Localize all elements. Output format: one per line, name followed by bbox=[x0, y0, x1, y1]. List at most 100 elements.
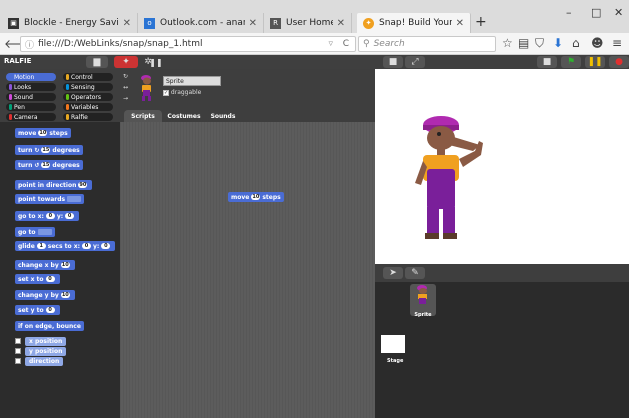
block-text: glide bbox=[18, 242, 35, 250]
close-tab-icon[interactable]: ✕ bbox=[337, 18, 345, 29]
corral-sprite-item[interactable]: Sprite bbox=[410, 284, 436, 318]
x-slot[interactable]: 0 bbox=[45, 213, 55, 219]
block-turn-ccw[interactable]: turn ↺ 15 degrees bbox=[15, 160, 83, 170]
new-turtle-sprite-icon[interactable]: ➤ bbox=[383, 267, 403, 279]
category-camera[interactable]: Camera bbox=[6, 113, 56, 121]
number-slot[interactable]: 10 bbox=[251, 194, 261, 200]
sprite-name-field[interactable]: Sprite bbox=[163, 76, 221, 86]
block-set-x[interactable]: set x to 0 bbox=[15, 274, 60, 284]
close-tab-icon[interactable]: ✕ bbox=[123, 18, 131, 29]
address-bar[interactable]: ⓘ file:///D:/WebLinks/snap/snap_1.html ▿… bbox=[20, 36, 356, 52]
tab-user-home[interactable]: R User Home ✕ bbox=[264, 13, 352, 33]
category-variables[interactable]: Variables bbox=[63, 103, 113, 111]
block-point-in-direction[interactable]: point in direction 90 bbox=[15, 180, 93, 190]
block-change-y[interactable]: change y by 10 bbox=[15, 290, 75, 300]
category-sensing[interactable]: Sensing bbox=[63, 83, 113, 91]
target-dropdown[interactable] bbox=[67, 196, 82, 202]
y-position-checkbox[interactable] bbox=[15, 348, 21, 354]
category-motion[interactable]: Motion bbox=[6, 73, 56, 81]
tab-label: User Home bbox=[286, 18, 333, 28]
block-go-to[interactable]: go to bbox=[15, 227, 55, 237]
presentation-mode-icon[interactable]: ⤢ bbox=[405, 56, 425, 68]
block-change-x[interactable]: change x by 10 bbox=[15, 260, 75, 270]
sprite-character[interactable] bbox=[405, 111, 495, 241]
y-slot[interactable]: 0 bbox=[65, 213, 75, 219]
bookmark-star-icon[interactable]: ☆ bbox=[502, 36, 513, 50]
draggable-checkbox-icon[interactable]: ✓ bbox=[163, 89, 169, 96]
tab-blockle[interactable]: ▣ Blockle - Energy Saving Se... ✕ bbox=[2, 13, 138, 33]
tab-costumes[interactable]: Costumes bbox=[164, 110, 204, 122]
smiley-icon[interactable]: ☻ bbox=[591, 36, 604, 50]
pocket-icon[interactable]: ⛉ bbox=[535, 36, 544, 51]
block-if-on-edge-bounce[interactable]: if on edge, bounce bbox=[15, 321, 84, 331]
stage[interactable] bbox=[375, 69, 629, 261]
tab-outlook[interactable]: o Outlook.com - anandama... ✕ bbox=[138, 13, 264, 33]
new-tab-button[interactable]: + bbox=[475, 14, 487, 30]
block-set-y[interactable]: set y to 0 bbox=[15, 305, 60, 315]
draggable-option[interactable]: ✓ draggable bbox=[163, 89, 201, 96]
number-slot[interactable]: 0 bbox=[45, 307, 55, 313]
reload-icon[interactable]: C bbox=[343, 39, 349, 49]
minimize-button[interactable]: – bbox=[566, 6, 572, 19]
number-slot[interactable]: 10 bbox=[60, 262, 70, 268]
maximize-button[interactable]: □ bbox=[591, 6, 601, 19]
direction-dropdown[interactable]: 90 bbox=[78, 182, 88, 188]
stop-icon[interactable]: ■ bbox=[537, 56, 557, 68]
rotation-any-icon[interactable]: ↻ bbox=[123, 73, 128, 80]
block-text: move bbox=[231, 193, 250, 201]
menu-icon[interactable]: ≡ bbox=[612, 36, 622, 50]
search-input[interactable]: ⚲ Search bbox=[358, 36, 496, 52]
category-ralfie[interactable]: Ralfie bbox=[63, 113, 113, 121]
reporter-x-position[interactable]: x position bbox=[25, 337, 67, 346]
pause-icon[interactable]: ❚❚ bbox=[149, 56, 162, 68]
close-tab-icon[interactable]: ✕ bbox=[249, 18, 257, 29]
stage-icon[interactable] bbox=[381, 335, 405, 353]
reading-list-icon[interactable]: ▤ bbox=[518, 36, 529, 50]
paint-new-sprite-icon[interactable]: ✎ bbox=[405, 267, 425, 279]
navigation-bar: 🡐 ⓘ file:///D:/WebLinks/snap/snap_1.html… bbox=[0, 33, 629, 55]
scripting-area[interactable] bbox=[120, 122, 375, 418]
x-position-checkbox[interactable] bbox=[15, 338, 21, 344]
block-move-steps[interactable]: move 10 steps bbox=[15, 128, 71, 138]
home-icon[interactable]: ⌂ bbox=[572, 36, 580, 50]
green-flag-icon[interactable]: ⚑ bbox=[561, 56, 581, 68]
category-control[interactable]: Control bbox=[63, 73, 113, 81]
download-icon[interactable]: ⬇ bbox=[553, 36, 563, 50]
script-block-move-steps[interactable]: move 10 steps bbox=[228, 192, 284, 202]
rotation-lr-icon[interactable]: ↔ bbox=[123, 84, 128, 91]
reporter-y-position[interactable]: y position bbox=[25, 347, 67, 356]
target-dropdown[interactable] bbox=[37, 229, 52, 235]
secs-slot[interactable]: 1 bbox=[36, 243, 46, 249]
category-looks[interactable]: Looks bbox=[6, 83, 56, 91]
close-window-button[interactable]: ✕ bbox=[614, 6, 623, 19]
number-slot[interactable]: 15 bbox=[41, 162, 51, 168]
category-sound[interactable]: Sound bbox=[6, 93, 56, 101]
block-text: degrees bbox=[52, 161, 80, 169]
stop-sign-icon[interactable]: ● bbox=[609, 56, 629, 68]
number-slot[interactable]: 10 bbox=[38, 130, 48, 136]
number-slot[interactable]: 15 bbox=[41, 147, 51, 153]
block-glide[interactable]: glide 1 secs to x: 0 y: 0 bbox=[15, 241, 116, 251]
tab-sounds[interactable]: Sounds bbox=[206, 110, 240, 122]
block-point-towards[interactable]: point towards bbox=[15, 194, 85, 204]
x-slot[interactable]: 0 bbox=[82, 243, 91, 249]
close-tab-icon[interactable]: ✕ bbox=[456, 18, 464, 29]
rotation-none-icon[interactable]: → bbox=[123, 95, 128, 102]
file-icon[interactable]: ▆ bbox=[86, 56, 108, 68]
tab-scripts[interactable]: Scripts bbox=[124, 110, 162, 122]
dropdown-icon[interactable]: ▿ bbox=[328, 39, 333, 49]
number-slot[interactable]: 0 bbox=[45, 276, 55, 282]
block-go-to-xy[interactable]: go to x: 0 y: 0 bbox=[15, 211, 80, 221]
tab-label: Blockle - Energy Saving Se... bbox=[24, 18, 119, 28]
tab-snap[interactable]: ✦ Snap! Build Your Own Blo... ✕ bbox=[357, 13, 471, 33]
number-slot[interactable]: 10 bbox=[60, 292, 70, 298]
stage-size-icon[interactable]: ■ bbox=[383, 56, 403, 68]
direction-checkbox[interactable] bbox=[15, 358, 21, 364]
y-slot[interactable]: 0 bbox=[101, 243, 111, 249]
reporter-direction[interactable]: direction bbox=[25, 357, 64, 366]
category-operators[interactable]: Operators bbox=[63, 93, 113, 101]
category-pen[interactable]: Pen bbox=[6, 103, 56, 111]
pause-button-icon[interactable]: ❚❚ bbox=[585, 56, 605, 68]
block-turn-cw[interactable]: turn ↻ 15 degrees bbox=[15, 145, 83, 155]
cloud-icon[interactable]: ✦ bbox=[114, 56, 138, 68]
